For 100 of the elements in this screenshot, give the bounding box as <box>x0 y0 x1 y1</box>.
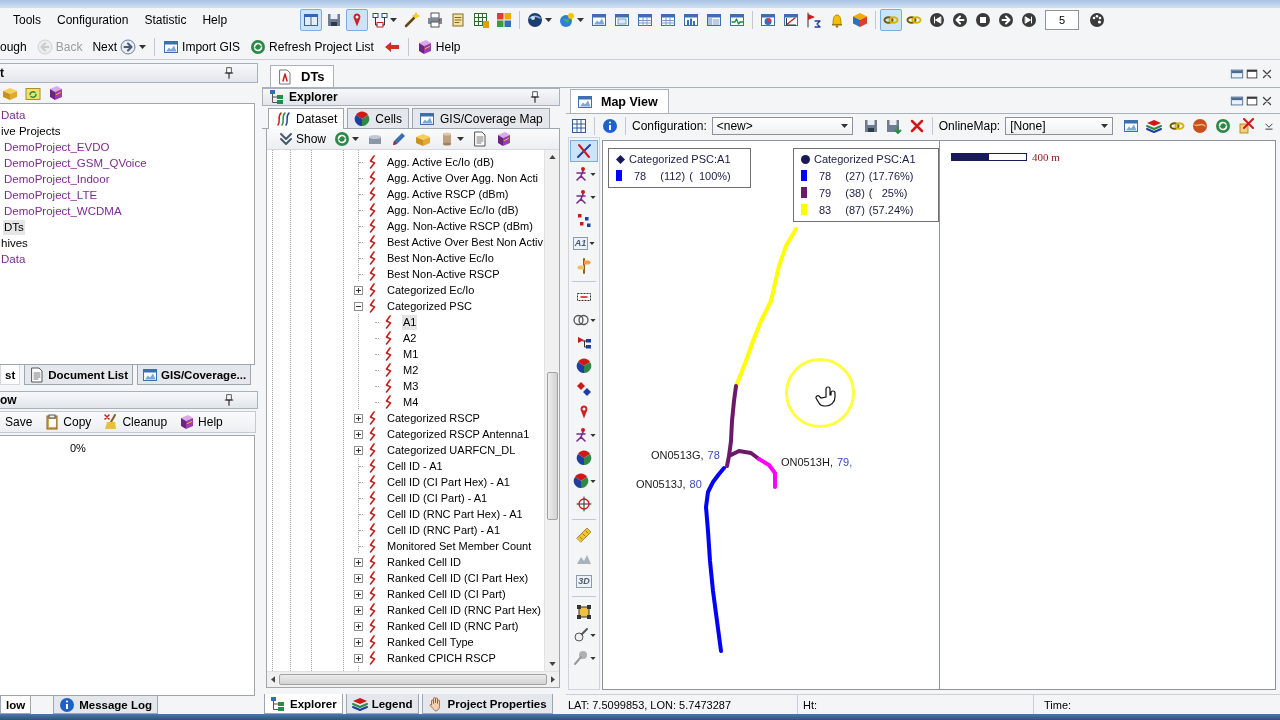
toolbar-button[interactable]: Show <box>275 128 330 150</box>
left-arrow-icon <box>271 676 275 683</box>
legend-title: Categorized PSC:A1 <box>814 153 916 165</box>
tool-button[interactable] <box>570 140 598 162</box>
book-icon <box>48 85 64 101</box>
menu-item[interactable]: Configuration <box>52 11 134 29</box>
toolbar-button[interactable]: Import GIS <box>158 35 246 58</box>
document-icon <box>472 131 489 147</box>
map-canvas[interactable]: Categorized PSC:A1 78 (112) ( 100%) Categorized PSC:A1 78 (27) (17.76%) 79 (38) ( 25%) 83 (87) (57.24%) ON0513G, 78 ON0513H, 79, ON0513J, 80 <box>602 140 940 690</box>
plus-box-icon[interactable] <box>354 637 363 647</box>
height-label: Ht: <box>803 698 818 711</box>
tree-item[interactable]: DemoProject_WCDMA <box>3 203 123 219</box>
plus-box-icon[interactable] <box>354 621 363 631</box>
coordinates-text: LAT: 7.5099853, LON: 5.7473287 <box>568 698 732 711</box>
toolbar-button[interactable]: Next <box>87 35 152 58</box>
squiggle-icon <box>368 619 377 633</box>
menu-item[interactable]: Tools <box>8 11 46 29</box>
online-map-dropdown[interactable]: [None] <box>1005 116 1113 135</box>
tool-button[interactable]: A1 <box>570 232 598 254</box>
tab[interactable]: Map View <box>570 89 669 113</box>
right-arrow-icon <box>551 676 555 683</box>
plus-box-icon[interactable] <box>354 653 363 663</box>
maximize-icon[interactable] <box>1245 93 1259 108</box>
tree-item[interactable]: hives <box>0 235 29 251</box>
window-icon <box>614 12 630 28</box>
picture-icon <box>591 12 607 28</box>
sector-icon <box>354 110 371 127</box>
tab[interactable]: Explorer <box>264 694 343 714</box>
tab[interactable]: low <box>0 696 32 714</box>
palette-icon <box>1089 12 1105 28</box>
tab[interactable]: Legend <box>345 694 419 714</box>
scrollbar-thumb[interactable] <box>546 372 558 520</box>
pulse-chart-icon <box>729 12 745 28</box>
squiggle-icon <box>384 331 393 345</box>
pin-icon[interactable] <box>223 67 235 79</box>
chevrons-icon <box>278 131 294 147</box>
document-tab[interactable]: DTs <box>270 65 334 87</box>
window-icon[interactable] <box>1230 66 1244 81</box>
tree-item[interactable]: DemoProject_GSM_QVoice <box>3 155 148 171</box>
tree-item[interactable]: DemoProject_Indoor <box>3 171 111 187</box>
tree-item[interactable]: Data <box>0 107 27 123</box>
horizontal-scrollbar[interactable] <box>267 671 559 687</box>
toolbar-button[interactable]: Copy <box>39 411 97 433</box>
site-code: 78 <box>707 449 720 461</box>
window-icon[interactable] <box>1230 93 1244 108</box>
legend-count: (38) <box>845 186 865 199</box>
diamond-icon <box>616 154 625 164</box>
tab[interactable]: Dataset <box>268 108 345 129</box>
tree-item[interactable]: Data <box>0 251 27 267</box>
plus-box-icon[interactable] <box>354 429 363 439</box>
menu-item[interactable]: Help <box>197 11 233 29</box>
tab[interactable]: Message Log <box>53 696 159 714</box>
toolbar-button[interactable]: Help <box>411 35 466 58</box>
toolbar-button[interactable]: Refresh Project List <box>245 35 379 58</box>
step-field[interactable]: 5 <box>1045 10 1079 30</box>
squiggle-icon <box>368 587 377 601</box>
tab[interactable]: st <box>0 365 21 385</box>
tab[interactable]: Cells <box>347 108 410 128</box>
tab[interactable]: GIS/Coverage Map <box>412 108 550 128</box>
tab[interactable]: GIS/Coverage... <box>137 365 252 385</box>
cube-icon <box>852 12 868 28</box>
vertical-scrollbar[interactable] <box>544 150 559 671</box>
pin-icon[interactable] <box>529 91 541 103</box>
toolbar-button[interactable]: Help <box>174 411 228 433</box>
tree-item[interactable]: DTs <box>3 219 25 235</box>
plus-box-icon[interactable] <box>354 445 363 455</box>
tile-grid-icon <box>496 12 512 28</box>
tab[interactable]: Document List <box>24 365 134 385</box>
site-label: ON0513G, <box>651 449 704 461</box>
plus-box-icon[interactable] <box>354 413 363 423</box>
tree-item[interactable]: DemoProject_LTE <box>3 187 99 203</box>
plus-box-icon[interactable] <box>354 605 363 615</box>
squiggle-icon <box>368 555 377 569</box>
toolbar-button[interactable]: ough <box>0 35 32 58</box>
ruler-icon <box>576 527 592 543</box>
menu-item[interactable]: Statistic <box>139 11 192 29</box>
maximize-icon[interactable] <box>1245 66 1259 81</box>
cross-icon <box>1238 117 1254 134</box>
plus-box-icon[interactable] <box>354 573 363 583</box>
toolbar-button[interactable]: Cleanup <box>98 411 173 433</box>
plus-box-icon[interactable] <box>354 285 363 295</box>
tab[interactable]: Project Properties <box>421 694 553 714</box>
squiggle-icon <box>368 171 377 185</box>
scrollbar-thumb[interactable] <box>279 674 547 685</box>
legend-title: Categorized PSC:A1 <box>629 153 731 165</box>
box-icon <box>415 131 432 147</box>
document-icon <box>277 68 293 85</box>
pin-icon[interactable] <box>223 394 235 406</box>
tool-button[interactable]: 3D <box>570 570 598 592</box>
pencil-icon <box>391 131 408 147</box>
dot-icon <box>801 154 810 164</box>
tree-item[interactable]: A1 <box>402 314 418 330</box>
tree-icon <box>270 695 286 712</box>
plus-box-icon[interactable] <box>354 557 363 567</box>
tree-item[interactable]: ive Projects <box>0 123 62 139</box>
toolbar-button[interactable]: Save <box>0 411 38 433</box>
minus-box-icon[interactable] <box>354 301 363 311</box>
tree-item[interactable]: DemoProject_EVDO <box>3 139 111 155</box>
configuration-dropdown[interactable]: <new> <box>711 116 853 135</box>
plus-box-icon[interactable] <box>354 589 363 599</box>
